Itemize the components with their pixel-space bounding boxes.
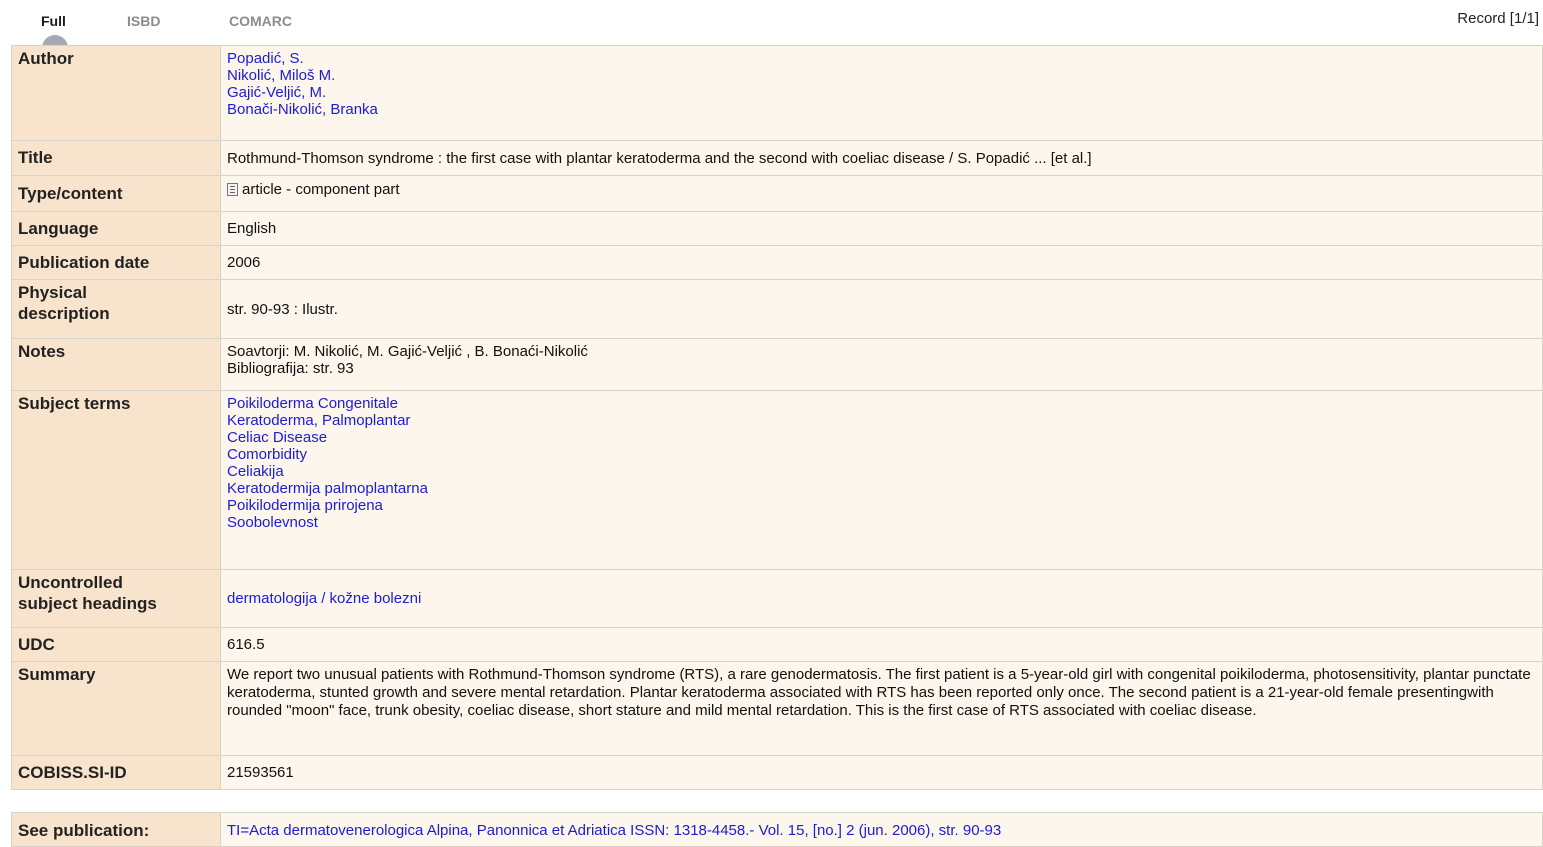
see-publication-value: TI=Acta dermatovenerologica Alpina, Pano… bbox=[220, 812, 1543, 847]
notes-line: Soavtorji: M. Nikolić, M. Gajić-Veljić ,… bbox=[227, 343, 588, 360]
title-value: Rothmund-Thomson syndrome : the first ca… bbox=[220, 140, 1543, 176]
physical-description-value: str. 90-93 : Ilustr. bbox=[220, 279, 1543, 339]
language-label: Language bbox=[11, 211, 221, 246]
tab-full[interactable]: Full bbox=[41, 13, 66, 29]
cobiss-id-label: COBISS.SI-ID bbox=[11, 755, 221, 790]
subject-term-link[interactable]: Celiakija bbox=[227, 463, 1537, 480]
subject-term-link[interactable]: Keratoderma, Palmoplantar bbox=[227, 412, 1537, 429]
row-physical-description: Physical description str. 90-93 : Ilustr… bbox=[11, 279, 1543, 339]
document-icon bbox=[227, 183, 238, 196]
subject-term-link[interactable]: Soobolevnost bbox=[227, 514, 1537, 531]
cobiss-id-value: 21593561 bbox=[220, 755, 1543, 790]
udc-value: 616.5 bbox=[220, 627, 1543, 662]
type-content-text: article - component part bbox=[242, 181, 400, 198]
record-counter: Record [1/1] bbox=[1457, 10, 1539, 27]
uncontrolled-value: dermatologija / kožne bolezni bbox=[220, 569, 1543, 628]
subject-term-link[interactable]: Keratodermija palmoplantarna bbox=[227, 480, 1537, 497]
notes-label: Notes bbox=[11, 338, 221, 391]
summary-label: Summary bbox=[11, 661, 221, 756]
row-summary: Summary We report two unusual patients w… bbox=[11, 661, 1543, 756]
publication-date-label: Publication date bbox=[11, 245, 221, 280]
row-title: Title Rothmund-Thomson syndrome : the fi… bbox=[11, 140, 1543, 176]
see-publication-label: See publication: bbox=[11, 812, 221, 847]
row-type-content: Type/content article - component part bbox=[11, 175, 1543, 212]
subject-terms-values: Poikiloderma Congenitale Keratoderma, Pa… bbox=[220, 390, 1543, 570]
see-publication-link[interactable]: TI=Acta dermatovenerologica Alpina, Pano… bbox=[227, 822, 1001, 839]
type-content-label: Type/content bbox=[11, 175, 221, 212]
row-see-publication: See publication: TI=Acta dermatovenerolo… bbox=[11, 812, 1543, 847]
physical-description-label-line1: Physical bbox=[18, 283, 87, 302]
uncontrolled-link[interactable]: dermatologija / kožne bolezni bbox=[227, 590, 421, 607]
summary-value: We report two unusual patients with Roth… bbox=[220, 661, 1543, 756]
udc-label: UDC bbox=[11, 627, 221, 662]
uncontrolled-label-line2: subject headings bbox=[18, 594, 157, 613]
summary-text: We report two unusual patients with Roth… bbox=[227, 666, 1531, 719]
author-link[interactable]: Nikolić, Miloš M. bbox=[227, 67, 1537, 84]
uncontrolled-label-line1: Uncontrolled bbox=[18, 573, 123, 592]
row-cobiss-id: COBISS.SI-ID 21593561 bbox=[11, 755, 1543, 790]
row-notes: Notes Soavtorji: M. Nikolić, M. Gajić-Ve… bbox=[11, 338, 1543, 391]
subject-term-link[interactable]: Celiac Disease bbox=[227, 429, 1537, 446]
subject-term-link[interactable]: Poikilodermija prirojena bbox=[227, 497, 1537, 514]
subject-terms-label: Subject terms bbox=[11, 390, 221, 570]
author-label: Author bbox=[11, 45, 221, 141]
format-tabs: Full ISBD COMARC Record [1/1] bbox=[0, 0, 1543, 48]
subject-term-link[interactable]: Comorbidity bbox=[227, 446, 1537, 463]
author-values: Popadić, S. Nikolić, Miloš M. Gajić-Velj… bbox=[220, 45, 1543, 141]
type-content-value: article - component part bbox=[220, 175, 1543, 212]
row-udc: UDC 616.5 bbox=[11, 627, 1543, 662]
author-link[interactable]: Gajić-Veljić, M. bbox=[227, 84, 1537, 101]
row-publication-date: Publication date 2006 bbox=[11, 245, 1543, 280]
row-subject-terms: Subject terms Poikiloderma Congenitale K… bbox=[11, 390, 1543, 570]
notes-line: Bibliografija: str. 93 bbox=[227, 360, 354, 377]
record-table: Author Popadić, S. Nikolić, Miloš M. Gaj… bbox=[11, 45, 1543, 790]
author-link[interactable]: Bonači-Nikolić, Branka bbox=[227, 101, 1537, 118]
publication-date-value: 2006 bbox=[220, 245, 1543, 280]
row-author: Author Popadić, S. Nikolić, Miloš M. Gaj… bbox=[11, 45, 1543, 141]
tab-comarc[interactable]: COMARC bbox=[229, 13, 292, 29]
uncontrolled-label: Uncontrolled subject headings bbox=[11, 569, 221, 628]
row-uncontrolled-headings: Uncontrolled subject headings dermatolog… bbox=[11, 569, 1543, 628]
notes-values: Soavtorji: M. Nikolić, M. Gajić-Veljić ,… bbox=[220, 338, 1543, 391]
language-value: English bbox=[220, 211, 1543, 246]
subject-term-link[interactable]: Poikiloderma Congenitale bbox=[227, 395, 1537, 412]
author-link[interactable]: Popadić, S. bbox=[227, 50, 1537, 67]
row-language: Language English bbox=[11, 211, 1543, 246]
title-label: Title bbox=[11, 140, 221, 176]
physical-description-label: Physical description bbox=[11, 279, 221, 339]
physical-description-label-line2: description bbox=[18, 304, 110, 323]
tab-isbd[interactable]: ISBD bbox=[127, 13, 160, 29]
